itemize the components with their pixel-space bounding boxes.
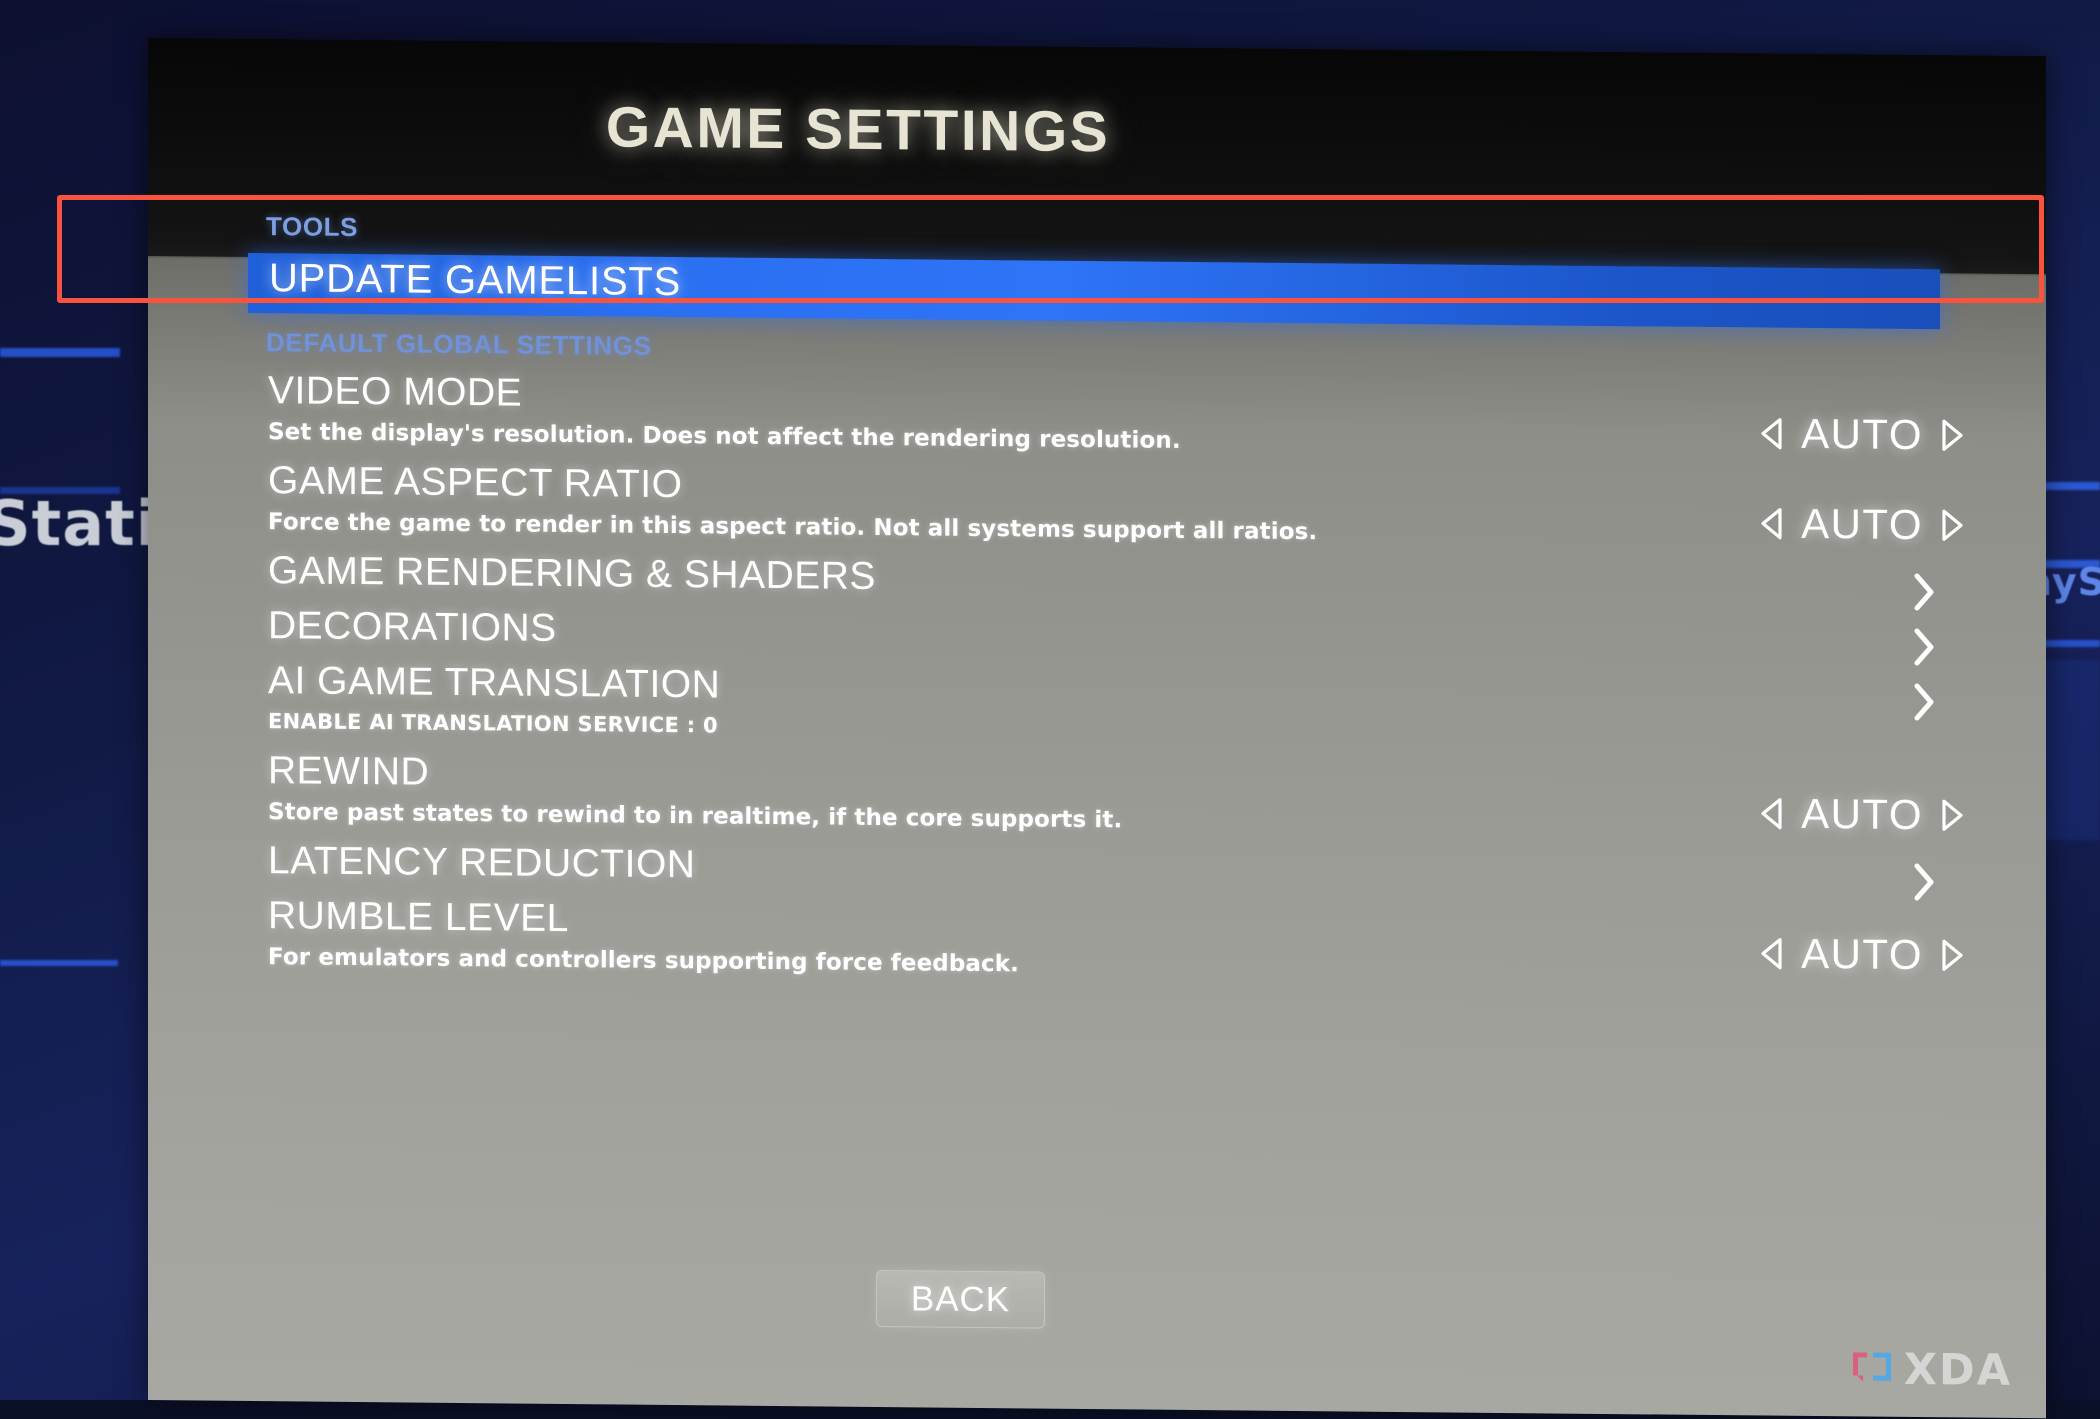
chevron-right-icon[interactable] (1910, 861, 1938, 903)
submenu-chevron[interactable] (1910, 571, 1938, 613)
arrow-left-icon[interactable] (1758, 796, 1784, 830)
setting-row-title: DECORATIONS (268, 606, 2078, 662)
page-title: GAME SETTINGS (148, 90, 1568, 170)
setting-row-title: LATENCY REDUCTION (268, 841, 2078, 897)
menu-item-label: UPDATE GAMELISTS (269, 256, 681, 305)
chevron-right-icon[interactable] (1910, 626, 1938, 668)
setting-row-title: AI GAME TRANSLATION (268, 661, 2078, 717)
arrow-left-icon[interactable] (1758, 936, 1784, 970)
value-stepper[interactable]: AUTO (1758, 929, 1966, 979)
arrow-left-icon[interactable] (1758, 416, 1784, 450)
arrow-right-icon[interactable] (1940, 938, 1966, 972)
value-label: AUTO (1801, 410, 1923, 459)
value-label: AUTO (1801, 790, 1923, 839)
xda-watermark-text: XDA (1904, 1345, 2012, 1396)
arrow-right-icon[interactable] (1940, 798, 1966, 832)
back-button-label: BACK (911, 1279, 1010, 1320)
setting-row[interactable]: GAME RENDERING & SHADERS (268, 551, 2078, 607)
setting-row[interactable]: LATENCY REDUCTION (268, 841, 2078, 897)
setting-row-title: GAME RENDERING & SHADERS (268, 551, 2078, 607)
submenu-chevron[interactable] (1910, 861, 1938, 903)
value-label: AUTO (1801, 930, 1923, 979)
background-band (0, 348, 120, 357)
background-band (0, 960, 118, 966)
arrow-right-icon[interactable] (1940, 418, 1966, 452)
value-label: AUTO (1801, 500, 1923, 549)
xda-watermark: XDA (1849, 1344, 2012, 1396)
setting-row[interactable]: AI GAME TRANSLATIONENABLE AI TRANSLATION… (268, 661, 2078, 750)
section-header-default-global-settings: DEFAULT GLOBAL SETTINGS (266, 327, 652, 362)
setting-row[interactable]: DECORATIONS (268, 606, 2078, 662)
back-button[interactable]: BACK (876, 1270, 1045, 1329)
submenu-chevron[interactable] (1910, 626, 1938, 668)
background-text-left: Stati (0, 487, 158, 560)
arrow-right-icon[interactable] (1940, 508, 1966, 542)
chevron-right-icon[interactable] (1910, 681, 1938, 723)
xda-logo-icon (1849, 1346, 1895, 1392)
value-stepper[interactable]: AUTO (1758, 789, 1966, 839)
value-stepper[interactable]: AUTO (1758, 499, 1966, 549)
game-settings-panel: GAME SETTINGS TOOLS UPDATE GAMELISTS DEF… (148, 38, 2046, 1418)
submenu-chevron[interactable] (1910, 681, 1938, 723)
value-stepper[interactable]: AUTO (1758, 409, 1966, 459)
chevron-right-icon[interactable] (1910, 571, 1938, 613)
section-header-tools: TOOLS (266, 211, 358, 243)
setting-row-description: ENABLE AI TRANSLATION SERVICE : 0 (268, 709, 2078, 750)
arrow-left-icon[interactable] (1758, 506, 1784, 540)
